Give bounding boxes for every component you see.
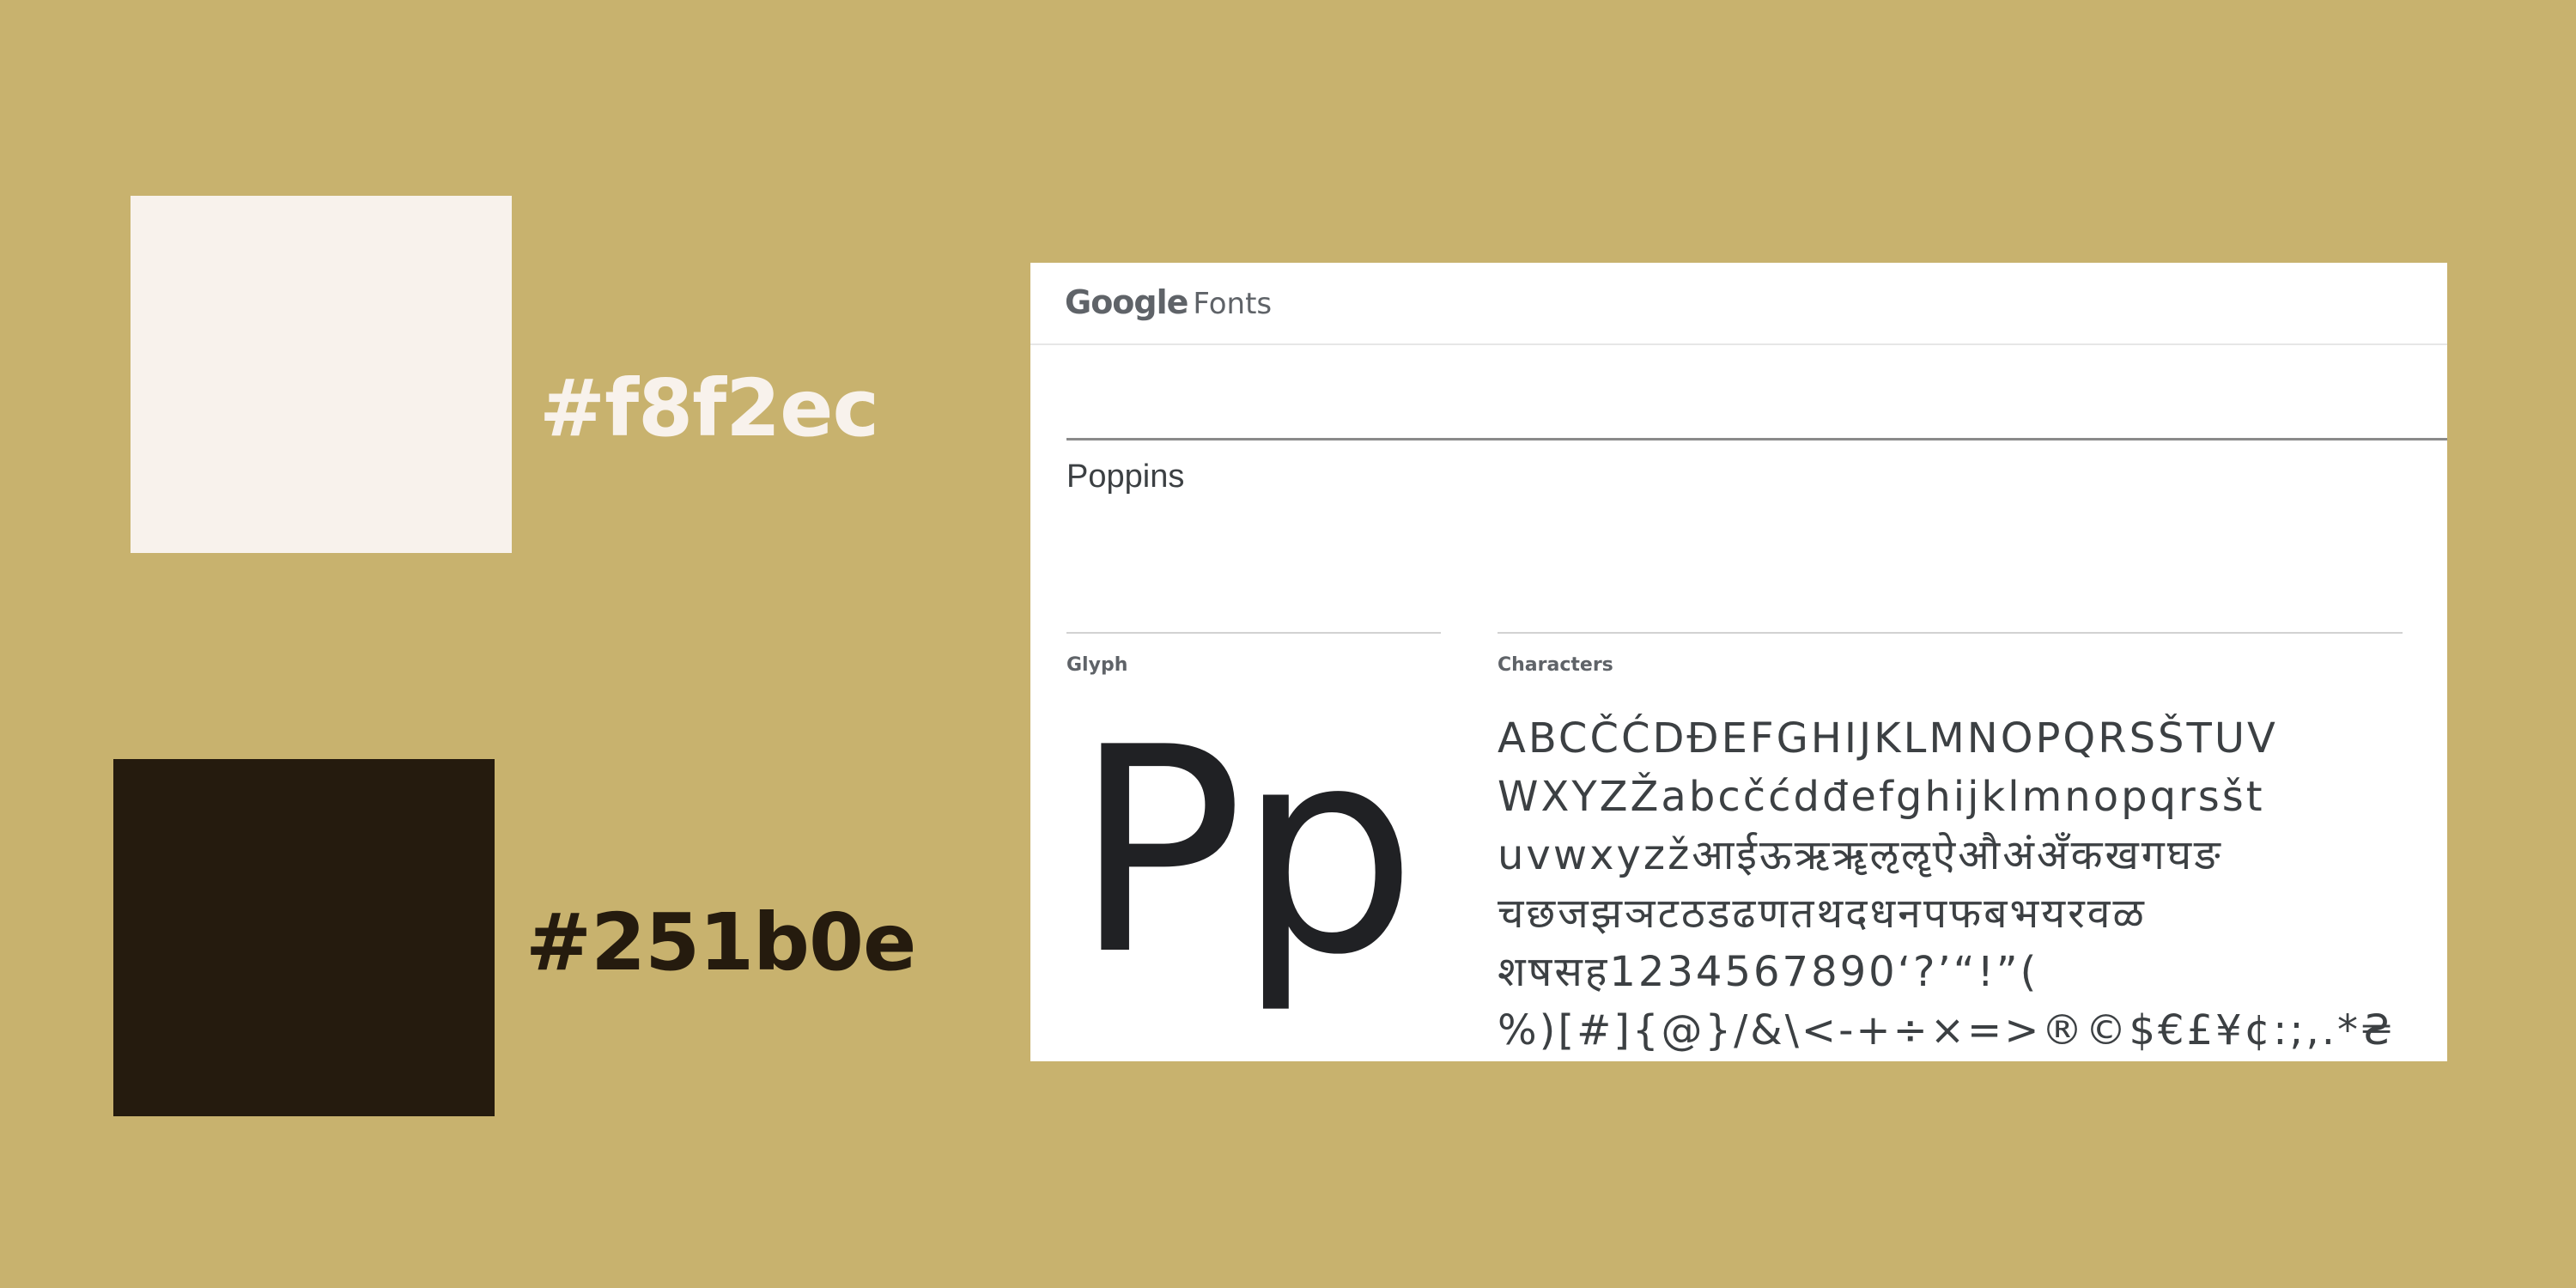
characters-line: ABCČĆDĐEFGHIJKLMNOPQRSŠTUV <box>1498 714 2278 762</box>
characters-line: WXYZŽabcčćdđefghijklmnopqrsšt <box>1498 773 2265 821</box>
glyph-section-label: Glyph <box>1066 654 1128 676</box>
glyph-preview: Pp <box>1073 687 1417 1017</box>
characters-line: चछजझञटठडढणतथदधनपफबभयरवळ <box>1498 890 2147 938</box>
google-fonts-header: Google Fonts <box>1030 263 2447 345</box>
characters-grid: ABCČĆDĐEFGHIJKLMNOPQRSŠTUV WXYZŽabcčćdđe… <box>1498 709 2425 1060</box>
search-input-underline[interactable] <box>1066 438 2447 440</box>
logo-google-text: Google <box>1065 283 1188 321</box>
color-swatch-dark <box>113 759 495 1116</box>
google-fonts-logo[interactable]: Google Fonts <box>1065 280 1272 325</box>
glyph-divider <box>1066 632 1441 634</box>
characters-line: शषसह1234567890‘?’“!”( <box>1498 948 2039 996</box>
characters-section-label: Characters <box>1498 654 1613 676</box>
font-name: Poppins <box>1066 459 1185 495</box>
color-swatch-light <box>131 196 512 553</box>
characters-line: %)[#]{@}/&\<-+÷×=>®©$€£¥¢:;,.*₴ <box>1498 1006 2396 1054</box>
hex-label-dark: #251b0e <box>526 896 916 988</box>
characters-divider <box>1498 632 2403 634</box>
google-fonts-panel: Google Fonts Poppins Glyph Characters Pp … <box>1030 263 2447 1061</box>
logo-fonts-text: Fonts <box>1193 287 1273 321</box>
characters-line: uvwxyzžआईऊऋॠऌॡऐऔअंअँकखगघङ <box>1498 831 2223 879</box>
hex-label-light: #f8f2ec <box>539 362 879 454</box>
